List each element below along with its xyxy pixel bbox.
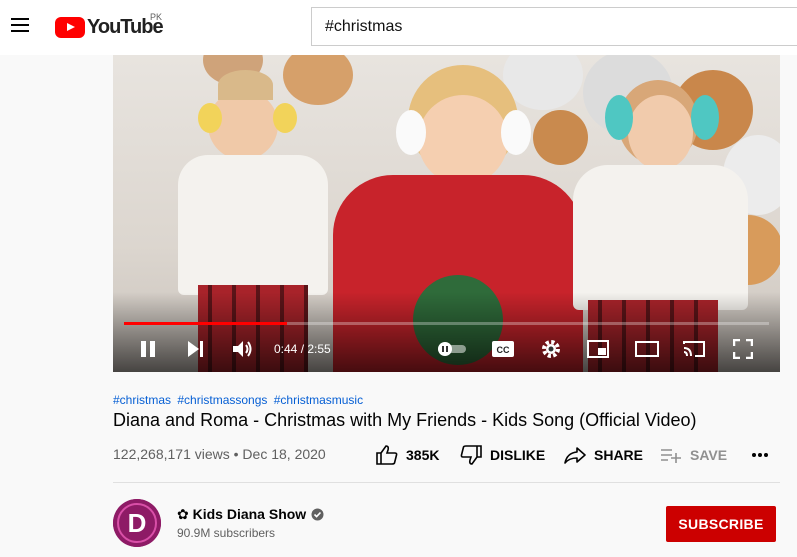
left-child-hair	[218, 70, 273, 100]
video-title: Diana and Roma - Christmas with My Frien…	[113, 410, 697, 430]
menu-line	[11, 30, 29, 32]
earmuff	[501, 110, 531, 155]
miniplayer-icon	[587, 340, 609, 358]
share-icon	[564, 447, 586, 464]
menu-line	[11, 24, 29, 26]
balloon	[533, 110, 588, 165]
hashtag-link[interactable]: #christmasmusic	[274, 393, 363, 407]
thumbs-down-icon	[460, 445, 482, 465]
playlist-add-icon	[661, 449, 681, 463]
svg-text:CC: CC	[497, 345, 510, 355]
fullscreen-icon	[733, 339, 753, 359]
next-button[interactable]	[183, 338, 207, 360]
subscribe-button[interactable]: SUBSCRIBE	[666, 506, 776, 542]
autoplay-toggle-icon	[438, 342, 466, 356]
autoplay-toggle[interactable]	[436, 338, 468, 360]
svg-text:D: D	[128, 508, 147, 538]
menu-line	[11, 18, 29, 20]
earmuff	[396, 110, 426, 155]
skip-next-icon	[188, 341, 203, 357]
subscriber-count: 90.9M subscribers	[177, 526, 276, 540]
earmuff	[198, 103, 222, 133]
gear-icon	[542, 340, 560, 358]
earmuff	[605, 95, 633, 140]
volume-icon	[233, 341, 252, 357]
video-player[interactable]: 0:44 / 2:55 CC	[113, 55, 780, 372]
hashtag-link[interactable]: #christmassongs	[177, 393, 267, 407]
fullscreen-button[interactable]	[731, 338, 755, 360]
progress-played	[124, 322, 287, 325]
volume-button[interactable]	[231, 338, 255, 360]
dislike-button[interactable]: DISLIKE	[460, 443, 545, 467]
time-display: 0:44 / 2:55	[274, 342, 331, 356]
cast-icon	[683, 341, 705, 357]
channel-name-link[interactable]: ✿ Kids Diana Show	[177, 506, 324, 523]
dislike-label: DISLIKE	[490, 447, 546, 463]
region-code: PK	[150, 12, 163, 22]
youtube-logo[interactable]: YouTube	[55, 15, 164, 39]
hamburger-menu-button[interactable]	[8, 12, 34, 38]
right-child-sweater	[573, 165, 748, 310]
views-and-date: 122,268,171 views • Dec 18, 2020	[113, 446, 326, 462]
pause-button[interactable]	[136, 338, 160, 360]
save-label: SAVE	[690, 447, 728, 463]
like-button[interactable]: 385K	[376, 443, 439, 467]
divider	[113, 482, 780, 483]
hashtag-row: #christmas #christmassongs #christmasmus…	[113, 393, 366, 407]
earmuff	[691, 95, 719, 140]
channel-logo-icon: D	[113, 499, 161, 547]
settings-button[interactable]	[539, 338, 563, 360]
pause-icon	[141, 341, 155, 357]
subtitles-icon: CC	[492, 341, 514, 357]
save-button[interactable]: SAVE	[660, 443, 727, 467]
earmuff	[273, 103, 297, 133]
share-label: SHARE	[594, 447, 644, 463]
share-button[interactable]: SHARE	[564, 443, 643, 467]
more-horizontal-icon	[752, 453, 768, 457]
right-child-face	[628, 95, 693, 170]
hashtag-link[interactable]: #christmas	[113, 393, 171, 407]
theater-icon	[635, 341, 659, 357]
search-box[interactable]	[311, 7, 797, 46]
cast-button[interactable]	[682, 338, 706, 360]
more-actions-button[interactable]	[751, 443, 769, 467]
channel-avatar[interactable]: D	[113, 499, 161, 547]
masthead: YouTube PK	[0, 0, 797, 55]
like-count: 385K	[406, 447, 440, 463]
subtitles-button[interactable]: CC	[490, 338, 516, 360]
theater-mode-button[interactable]	[634, 338, 660, 360]
left-child-sweater	[178, 155, 328, 295]
youtube-play-icon	[55, 16, 85, 38]
thumbs-up-icon	[376, 445, 398, 465]
center-child-face	[418, 95, 508, 185]
controls-overlay	[113, 292, 780, 372]
channel-name: ✿ Kids Diana Show	[177, 506, 307, 522]
progress-bar[interactable]	[124, 322, 769, 325]
search-input[interactable]	[312, 8, 797, 45]
verified-badge-icon	[311, 508, 324, 521]
miniplayer-button[interactable]	[586, 338, 610, 360]
